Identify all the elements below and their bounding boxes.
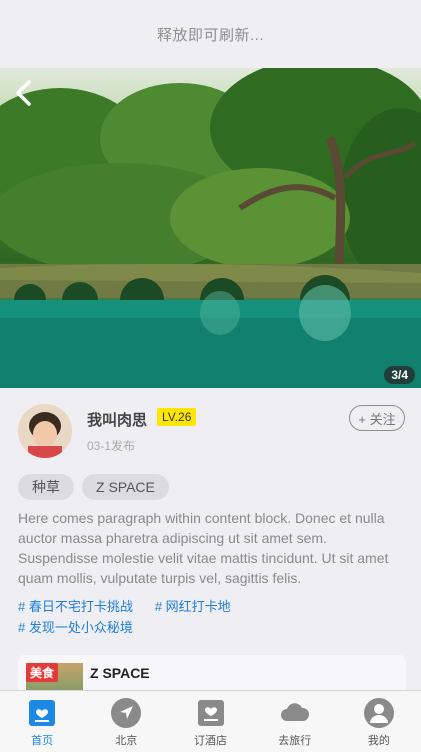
tab-home[interactable]: 首页 [0, 691, 84, 752]
tab-profile[interactable]: 我的 [337, 691, 421, 752]
tag-list: 种草 Z SPACE [18, 474, 169, 500]
photo-carousel[interactable]: 3/4 [0, 68, 421, 388]
follow-button[interactable]: + 关注 [349, 405, 405, 431]
hashtag-list: # 春日不宅打卡挑战 # 网红打卡地 # 发现一处小众秘境 [18, 596, 408, 638]
home-icon [26, 697, 58, 729]
hashtag-link[interactable]: # 网红打卡地 [155, 596, 231, 617]
avatar[interactable] [18, 404, 72, 458]
category-badge: 美食 [26, 663, 59, 682]
tag-item[interactable]: Z SPACE [82, 474, 169, 500]
post-date: 03-1发布 [87, 439, 136, 453]
user-name[interactable]: 我叫肉思 [87, 409, 147, 430]
level-badge: LV.26 [157, 408, 197, 426]
hashtag-link[interactable]: # 春日不宅打卡挑战 [18, 596, 133, 617]
card-title: Z SPACE [90, 665, 150, 681]
tab-label: 首页 [31, 735, 54, 747]
hotel-icon [195, 697, 227, 729]
chevron-left-icon [16, 80, 31, 106]
linked-place-card[interactable]: 美食 Z SPACE [18, 655, 406, 695]
landscape-photo [0, 68, 421, 388]
bottom-tab-bar: 首页 北京 订酒店 去旅行 我的 [0, 690, 421, 752]
tab-travel[interactable]: 去旅行 [253, 691, 337, 752]
tag-item[interactable]: 种草 [18, 474, 74, 500]
tab-label: 北京 [115, 735, 138, 747]
tab-beijing[interactable]: 北京 [84, 691, 168, 752]
hashtag-link[interactable]: # 发现一处小众秘境 [18, 617, 133, 638]
cloud-icon [279, 697, 311, 729]
tab-label: 我的 [367, 735, 390, 747]
tab-label: 去旅行 [278, 735, 312, 747]
back-button[interactable] [14, 80, 42, 108]
location-icon [110, 697, 142, 729]
tab-hotel[interactable]: 订酒店 [168, 691, 252, 752]
tab-label: 订酒店 [194, 735, 227, 747]
profile-icon [363, 697, 395, 729]
photo-counter: 3/4 [384, 366, 415, 384]
post-paragraph: Here comes paragraph within content bloc… [18, 510, 389, 586]
pull-refresh-indicator: 释放即可刷新... [0, 0, 421, 68]
user-avatar-image [18, 404, 72, 458]
post-content: 我叫肉思 LV.26 03-1发布 + 关注 种草 Z SPACE Here c… [0, 388, 421, 695]
